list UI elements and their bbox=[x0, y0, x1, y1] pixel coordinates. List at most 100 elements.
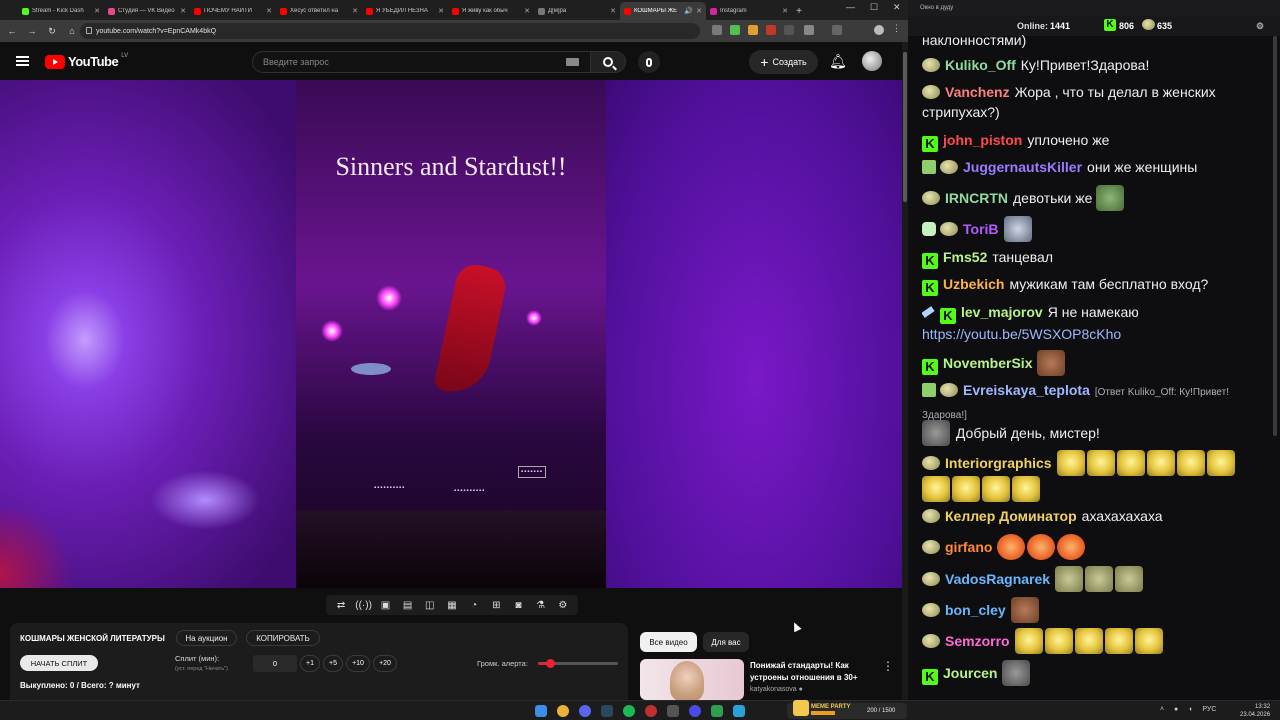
extension-icon[interactable] bbox=[784, 25, 794, 35]
browser-tab[interactable]: Хесус ответил на ✕ bbox=[276, 2, 362, 20]
site-info-icon[interactable] bbox=[86, 27, 92, 34]
obs-icon[interactable] bbox=[645, 705, 657, 717]
app-icon[interactable] bbox=[711, 705, 723, 717]
puzzle-icon[interactable] bbox=[804, 25, 814, 35]
chat-username[interactable]: Uzbekich bbox=[943, 276, 1004, 292]
keyboard-icon[interactable] bbox=[566, 58, 579, 66]
extension-icon[interactable] bbox=[748, 25, 758, 35]
close-icon[interactable]: ✕ bbox=[782, 7, 788, 15]
chip-all-videos[interactable]: Все видео bbox=[640, 632, 697, 652]
chat-username[interactable]: NovemberSix bbox=[943, 355, 1032, 371]
close-icon[interactable]: ✕ bbox=[696, 7, 702, 15]
start-icon[interactable] bbox=[535, 705, 547, 717]
back-icon[interactable]: ← bbox=[6, 26, 18, 36]
increment-button[interactable]: +10 bbox=[346, 655, 370, 672]
chat-username[interactable]: Fms52 bbox=[943, 249, 987, 265]
chevron-up-icon[interactable]: ˄ bbox=[1160, 706, 1164, 713]
pip-icon[interactable]: ◫ bbox=[422, 600, 438, 611]
app-icon[interactable] bbox=[667, 705, 679, 717]
subtitles-icon[interactable]: ▦ bbox=[444, 600, 460, 611]
browser-tab[interactable]: Я УБЕДИЛ НЕЗНА ✕ bbox=[362, 2, 448, 20]
extension-icon[interactable] bbox=[766, 25, 776, 35]
meme-party-widget[interactable]: MEME PARTY 200 / 1500 bbox=[787, 700, 907, 719]
extension-icon[interactable] bbox=[712, 25, 722, 35]
forward-icon[interactable]: → bbox=[26, 26, 38, 36]
url-field[interactable]: youtube.com/watch?v=EpnCAMk4bkQ bbox=[80, 23, 700, 39]
more-options-icon[interactable]: ⋮ bbox=[882, 659, 894, 673]
chip-for-you[interactable]: Для вас bbox=[703, 632, 749, 652]
copy-button[interactable]: КОПИРОВАТЬ bbox=[246, 630, 320, 646]
close-icon[interactable]: ✕ bbox=[352, 7, 358, 15]
chat-username[interactable]: Jourcen bbox=[943, 665, 997, 681]
to-auction-button[interactable]: На аукцион bbox=[176, 630, 237, 646]
chat-username[interactable]: Semzorro bbox=[945, 633, 1010, 649]
steam-icon[interactable] bbox=[601, 705, 613, 717]
chat-username[interactable]: john_piston bbox=[943, 132, 1022, 148]
chat-username[interactable]: VadosRagnarek bbox=[945, 571, 1050, 587]
chrome-icon[interactable] bbox=[557, 705, 569, 717]
close-icon[interactable]: ✕ bbox=[180, 7, 186, 15]
browser-tab[interactable]: Instagram ✕ bbox=[706, 2, 792, 20]
chat-link[interactable]: https://youtu.be/5WSXOP8cKho bbox=[922, 326, 1121, 342]
chat-scrollbar[interactable] bbox=[1272, 36, 1278, 700]
media-icon[interactable] bbox=[689, 705, 701, 717]
chat-username[interactable]: ToriB bbox=[963, 221, 999, 237]
chat-username[interactable]: IRNCRTN bbox=[945, 190, 1008, 206]
browser-tab[interactable]: ПОЧЕМУ НАЙТИ ✕ bbox=[190, 2, 276, 20]
close-icon[interactable]: ✕ bbox=[266, 7, 272, 15]
home-icon[interactable]: ⌂ bbox=[66, 26, 78, 36]
close-window-icon[interactable]: ✕ bbox=[893, 2, 901, 13]
chat-username[interactable]: Vanchenz bbox=[945, 84, 1010, 100]
chat-username[interactable]: girfano bbox=[945, 539, 992, 555]
video-thumbnail[interactable] bbox=[640, 659, 744, 700]
chat-username[interactable]: Evreiskaya_teplota bbox=[963, 382, 1090, 398]
split-minutes-input[interactable]: 0 bbox=[253, 655, 297, 672]
chat-username[interactable]: Kuliko_Off bbox=[945, 57, 1016, 73]
youtube-logo[interactable]: YouTube LV bbox=[45, 53, 128, 69]
speaker-icon[interactable]: ◖ bbox=[1188, 706, 1192, 713]
telegram-icon[interactable] bbox=[733, 705, 745, 717]
browser-tab[interactable]: Студия — VK Видео ✕ bbox=[104, 2, 190, 20]
add-icon[interactable]: ⊞ bbox=[488, 600, 504, 611]
maximize-icon[interactable]: ☐ bbox=[870, 2, 878, 13]
search-button[interactable] bbox=[590, 51, 626, 73]
extension-icon[interactable] bbox=[730, 25, 740, 35]
increment-button[interactable]: +20 bbox=[373, 655, 397, 672]
discord-icon[interactable] bbox=[579, 705, 591, 717]
language-indicator[interactable]: РУС bbox=[1202, 706, 1216, 713]
close-icon[interactable]: ✕ bbox=[524, 7, 530, 15]
chat-username[interactable]: bon_cley bbox=[945, 602, 1006, 618]
rec-video-title[interactable]: Понижай стандарты! Как устроены отношени… bbox=[750, 660, 870, 684]
chat-username[interactable]: JuggernautsKiller bbox=[963, 159, 1082, 175]
search-input[interactable]: Введите запрос bbox=[252, 51, 592, 73]
browser-tab[interactable]: Д[м]ра ✕ bbox=[534, 2, 620, 20]
loop-icon[interactable]: ⇄ bbox=[333, 600, 349, 611]
download-icon[interactable] bbox=[832, 25, 842, 35]
hamburger-icon[interactable] bbox=[16, 56, 29, 66]
flask-icon[interactable]: ⚗ bbox=[533, 600, 549, 611]
create-button[interactable]: + Создать bbox=[749, 50, 818, 74]
increment-button[interactable]: +1 bbox=[300, 655, 320, 672]
close-icon[interactable]: ✕ bbox=[438, 7, 444, 15]
bell-icon[interactable]: 🔔︎ bbox=[829, 53, 847, 70]
camera-icon[interactable]: ◙ bbox=[510, 600, 526, 611]
voice-search-button[interactable] bbox=[638, 51, 660, 73]
broadcast-icon[interactable]: ((·)) bbox=[355, 600, 372, 611]
menu-icon[interactable]: ⋮ bbox=[892, 23, 902, 33]
close-icon[interactable]: ✕ bbox=[610, 7, 616, 15]
browser-tab[interactable]: Я живу как обыч ✕ bbox=[448, 2, 534, 20]
profile-icon[interactable] bbox=[874, 25, 884, 35]
video-player[interactable]: Sinners and Stardust!! ▪▪▪▪▪▪▪▪▪▪ ▪▪▪▪▪▪… bbox=[0, 80, 902, 588]
speed-icon[interactable]: ◔ bbox=[466, 600, 482, 611]
chat-username[interactable]: lev_majorov bbox=[961, 304, 1043, 320]
chat-username[interactable]: Interiorgraphics bbox=[945, 455, 1052, 471]
chat-username[interactable]: Келлер Доминатор bbox=[945, 508, 1077, 524]
increment-button[interactable]: +5 bbox=[323, 655, 343, 672]
clock[interactable]: 13:32 23.04.2026 bbox=[1240, 703, 1270, 719]
screenshot-icon[interactable]: ▤ bbox=[400, 600, 416, 611]
minimize-icon[interactable]: — bbox=[846, 2, 855, 12]
settings-icon[interactable]: ⚙ bbox=[555, 600, 571, 611]
close-icon[interactable]: ✕ bbox=[94, 7, 100, 15]
new-tab-button[interactable]: + bbox=[792, 2, 806, 20]
alert-volume-handle[interactable] bbox=[546, 659, 555, 668]
